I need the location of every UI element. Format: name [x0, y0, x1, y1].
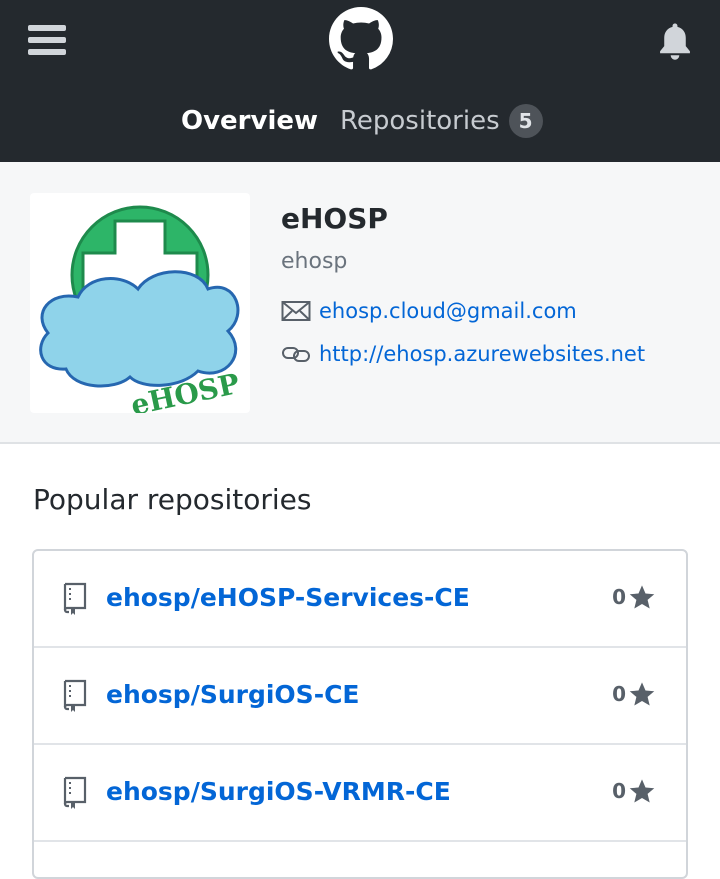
popular-repositories-list: ehosp/eHOSP-Services-CE 0 ehosp/SurgiOS-…: [32, 549, 688, 879]
profile-card: eHOSP eHOSP ehosp ehosp.cloud@gmail.com …: [0, 162, 720, 444]
tab-overview[interactable]: Overview: [181, 98, 318, 144]
repo-link[interactable]: ehosp/SurgiOS-VRMR-CE: [106, 777, 451, 806]
profile-email-link[interactable]: ehosp.cloud@gmail.com: [319, 299, 577, 323]
list-item[interactable]: ehosp/eHOSP-Services-CE 0: [34, 551, 686, 648]
profile-email-row: ehosp.cloud@gmail.com: [281, 299, 577, 323]
repo-link[interactable]: ehosp/SurgiOS-CE: [106, 680, 360, 709]
repo-stars: 0: [612, 777, 656, 805]
bell-icon[interactable]: [656, 22, 694, 62]
star-icon: [629, 682, 655, 706]
profile-name: eHOSP: [281, 202, 388, 235]
repo-icon: [63, 679, 87, 712]
repo-link[interactable]: ehosp/eHOSP-Services-CE: [106, 583, 470, 612]
repo-icon: [63, 776, 87, 809]
star-icon: [629, 585, 655, 609]
link-icon: [282, 347, 310, 362]
tab-repositories[interactable]: Repositories 5: [340, 98, 543, 144]
profile-tabs: Overview Repositories 5: [0, 98, 720, 146]
avatar[interactable]: eHOSP: [30, 193, 250, 413]
profile-website-link[interactable]: http://ehosp.azurewebsites.net: [319, 342, 645, 366]
tab-repositories-label: Repositories: [340, 106, 500, 136]
popular-repositories-heading: Popular repositories: [33, 483, 312, 516]
profile-login: ehosp: [281, 249, 348, 274]
mail-icon: [281, 301, 311, 321]
star-count: 0: [612, 779, 626, 803]
profile-website-row: http://ehosp.azurewebsites.net: [281, 342, 645, 366]
list-item[interactable]: ehosp/SurgiOS-VRMR-CE 0: [34, 745, 686, 842]
repositories-count-badge: 5: [508, 104, 543, 138]
star-count: 0: [612, 682, 626, 706]
star-count: 0: [612, 585, 626, 609]
ehosp-logo-image: eHOSP: [39, 205, 242, 413]
github-logo-icon[interactable]: [329, 7, 393, 71]
menu-icon[interactable]: [28, 25, 66, 59]
list-item[interactable]: ehosp/SurgiOS-CE 0: [34, 648, 686, 745]
star-icon: [629, 779, 655, 803]
repo-icon: [63, 582, 87, 615]
header-bar: Overview Repositories 5: [0, 0, 720, 162]
repo-stars: 0: [612, 583, 656, 611]
repo-stars: 0: [612, 680, 656, 708]
